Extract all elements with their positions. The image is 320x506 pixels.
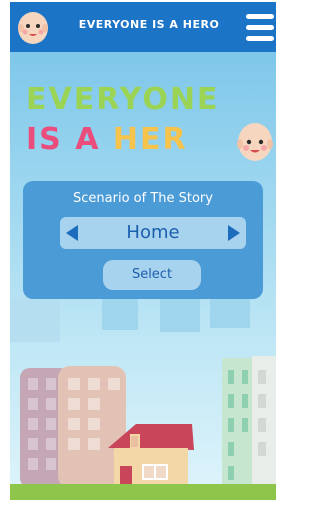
scenario-label: Scenario of The Story [73, 191, 213, 206]
hamburger-menu-icon[interactable] [246, 14, 276, 44]
ground [10, 484, 276, 500]
app-title: EVERYONE IS A HERO [78, 18, 220, 31]
scenario-panel: Scenario of The Story Home Select [23, 181, 263, 299]
baby-avatar-icon [18, 12, 48, 44]
scenario-selector: Home [60, 217, 246, 249]
select-button[interactable]: Select [103, 260, 201, 290]
baby-avatar-icon [237, 123, 273, 161]
banner-title-line-2: IS A HER [26, 122, 188, 157]
top-bar: EVERYONE IS A HERO [10, 2, 276, 52]
arrow-right-icon[interactable] [228, 225, 240, 241]
scenario-value: Home [126, 222, 180, 243]
app-screen: EVERYONE IS A HERO EVERYONE IS A HER Sce… [10, 2, 276, 500]
banner-is-a: IS A [26, 122, 101, 157]
banner-title-line-1: EVERYONE [26, 82, 220, 117]
banner-hero: HER [112, 122, 188, 157]
